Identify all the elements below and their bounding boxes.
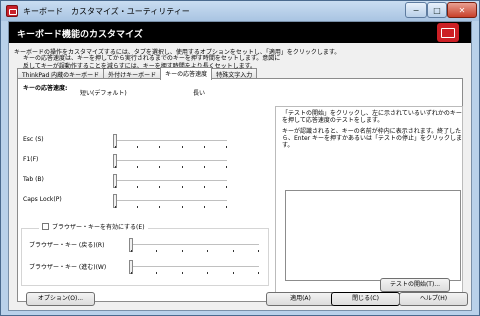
- slider-tick: [204, 186, 205, 188]
- slider-tick: [226, 166, 227, 168]
- slider-tick: [226, 206, 227, 208]
- close-window-button[interactable]: ✕: [447, 2, 477, 18]
- slider-tick: [131, 250, 132, 252]
- slider-tick: [137, 146, 138, 148]
- slider-tick: [137, 206, 138, 208]
- browser-keys-checkbox[interactable]: [42, 222, 49, 230]
- client-area: キーボード機能のカスタマイズ キーボードの操作をカスタマイズするには、タブを選択…: [8, 21, 472, 311]
- slider-tick: [115, 186, 116, 188]
- slider-track: [129, 266, 259, 267]
- slider-label: ブラウザー・キー (進む)(W): [29, 264, 107, 271]
- slider-tick: [207, 272, 208, 274]
- window-title: キーボード カスタマイズ・ユーティリティー: [23, 7, 190, 16]
- slider-tick: [204, 166, 205, 168]
- test-instructions-1: 「テストの開始」をクリックし、左に示されているいずれかのキーを押して応答速度のテ…: [282, 110, 462, 124]
- slider-track: [113, 180, 227, 181]
- slider-capslock: Caps Lock(P): [23, 192, 227, 208]
- slider-label: F1(F): [23, 156, 39, 163]
- apply-button[interactable]: 適用(A): [266, 292, 335, 306]
- help-button[interactable]: ヘルプ(H): [399, 292, 468, 306]
- slider-tick: [226, 146, 227, 148]
- slider-tick: [204, 146, 205, 148]
- slider-track: [113, 200, 227, 201]
- slider-tick: [137, 166, 138, 168]
- banner-title: キーボード機能のカスタマイズ: [17, 30, 143, 40]
- slider-tick: [115, 166, 116, 168]
- slider-tick: [182, 146, 183, 148]
- slider-f1: F1(F): [23, 152, 227, 168]
- slider-track: [113, 140, 227, 141]
- slider-tick: [233, 272, 234, 274]
- test-output-area[interactable]: [285, 190, 461, 281]
- options-button[interactable]: オプション(O)...: [26, 292, 95, 306]
- slider-tick: [159, 186, 160, 188]
- browser-keys-checkbox-row[interactable]: ブラウザー・キーを有効にする(E): [39, 221, 148, 231]
- slider-tick: [115, 206, 116, 208]
- slider-browser-forward: ブラウザー・キー (進む)(W): [23, 258, 259, 274]
- slider-tick: [207, 250, 208, 252]
- close-button[interactable]: 閉じる(C): [331, 292, 400, 306]
- slider-tick: [159, 166, 160, 168]
- slider-tick: [182, 206, 183, 208]
- slider-tick: [233, 250, 234, 252]
- slider-browser-back: ブラウザー・キー (戻る)(R): [23, 236, 259, 252]
- start-test-button[interactable]: テストの開始(T)...: [380, 278, 450, 292]
- slider-tab: Tab (B): [23, 172, 227, 188]
- minimize-button[interactable]: −: [405, 2, 427, 18]
- slider-tick: [115, 146, 116, 148]
- slider-tick: [156, 250, 157, 252]
- slider-tick: [182, 186, 183, 188]
- keyboard-icon: [437, 23, 459, 42]
- keyboard-app-icon: [6, 5, 18, 17]
- slider-esc: Esc (S): [23, 132, 227, 148]
- slider-label: Esc (S): [23, 136, 44, 143]
- slider-tick: [182, 250, 183, 252]
- test-instructions-2: キーが認識されると、キーの名前が枠内に表示されます。終了したら、Enter キー…: [282, 128, 463, 149]
- slider-tick: [258, 272, 259, 274]
- slider-tick: [131, 272, 132, 274]
- slider-ticks: [115, 166, 227, 168]
- group-title: キーの応答速度:: [23, 85, 68, 92]
- slider-ticks: [115, 186, 227, 188]
- slider-ticks: [131, 250, 259, 252]
- slider-tick: [226, 186, 227, 188]
- browser-keys-checkbox-label: ブラウザー・キーを有効にする(E): [52, 223, 145, 231]
- slider-label: ブラウザー・キー (戻る)(R): [29, 242, 105, 249]
- tab-key-response[interactable]: キーの応答速度: [160, 67, 213, 80]
- slider-tick: [258, 250, 259, 252]
- slider-label: Caps Lock(P): [23, 196, 62, 203]
- maximize-button[interactable]: □: [427, 2, 447, 18]
- slider-label: Tab (B): [23, 176, 44, 183]
- header-banner: キーボード機能のカスタマイズ: [9, 22, 471, 43]
- response-description: キーの応答速度は、キーを押してから実行されるまでのキーを押す時間をセットします。…: [23, 55, 281, 70]
- slider-tick: [204, 206, 205, 208]
- slider-tick: [182, 166, 183, 168]
- slider-ticks: [115, 206, 227, 208]
- slider-track: [129, 244, 259, 245]
- slider-tick: [182, 272, 183, 274]
- slider-tick: [156, 272, 157, 274]
- slider-tick: [159, 206, 160, 208]
- test-instructions: 「テストの開始」をクリックし、左に示されているいずれかのキーを押して応答速度のテ…: [282, 110, 462, 153]
- scale-short-label: 短い(デフォルト): [80, 90, 127, 97]
- slider-ticks: [115, 146, 227, 148]
- title-bar[interactable]: キーボード カスタマイズ・ユーティリティー − □ ✕: [1, 1, 479, 21]
- app-window: キーボード カスタマイズ・ユーティリティー − □ ✕ キーボード機能のカスタマ…: [0, 0, 480, 316]
- slider-track: [113, 160, 227, 161]
- slider-tick: [137, 186, 138, 188]
- slider-tick: [159, 146, 160, 148]
- slider-ticks: [131, 272, 259, 274]
- scale-long-label: 長い: [193, 90, 206, 97]
